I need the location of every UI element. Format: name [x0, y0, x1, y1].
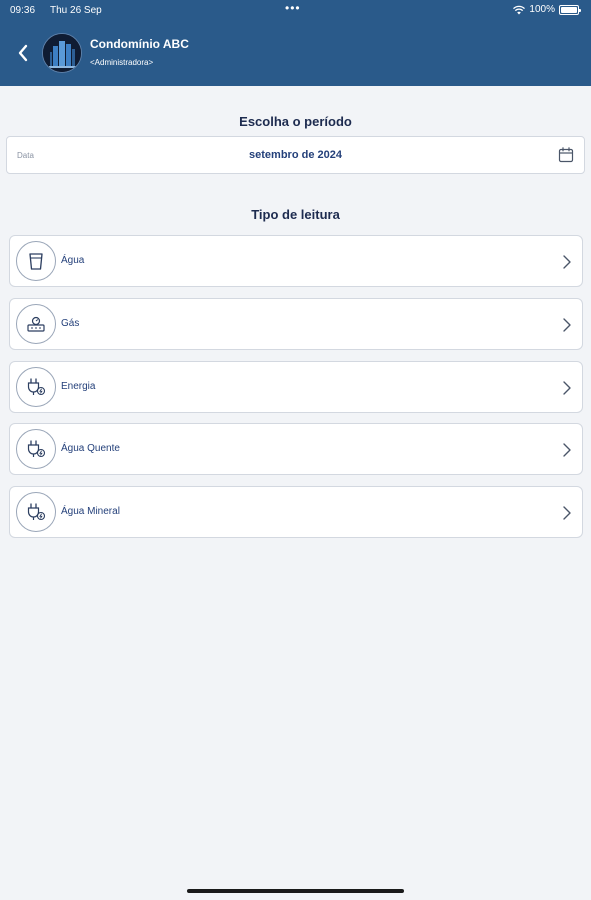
mineral-water-plug-icon: [16, 492, 56, 532]
period-section-title: Escolha o período: [239, 114, 352, 129]
chevron-left-icon: [18, 44, 28, 62]
status-time: 09:36: [10, 5, 36, 16]
reading-card-energia[interactable]: Energia: [9, 361, 583, 413]
condo-avatar: [42, 33, 82, 73]
hot-water-plug-icon: [16, 429, 56, 469]
condo-title: Condomínio ABC: [90, 37, 189, 51]
building-logo-icon: [43, 34, 81, 72]
reading-card-label: Água Quente: [61, 443, 120, 454]
date-picker-field[interactable]: Data setembro de 2024: [6, 136, 585, 174]
app-header: 09:36 Thu 26 Sep ••• 100% Condomínio ABC…: [0, 0, 591, 86]
reading-card-label: Água Mineral: [61, 506, 120, 517]
reading-card-gas[interactable]: Gás: [9, 298, 583, 350]
reading-card-label: Energia: [61, 381, 96, 392]
reading-card-label: Gás: [61, 318, 80, 329]
chevron-right-icon: [563, 506, 571, 520]
battery-percent: 100%: [529, 4, 555, 15]
date-field-value: setembro de 2024: [249, 149, 342, 161]
wifi-icon: [513, 5, 526, 14]
reading-card-label: Água: [61, 255, 85, 266]
water-glass-icon: [16, 241, 56, 281]
back-button[interactable]: [10, 38, 36, 68]
chevron-right-icon: [563, 381, 571, 395]
battery-icon: [559, 4, 581, 15]
energy-plug-icon: [16, 367, 56, 407]
status-right: 100%: [513, 4, 581, 15]
chevron-right-icon: [563, 443, 571, 457]
admin-subtitle: <Administradora>: [90, 58, 154, 67]
status-date: Thu 26 Sep: [50, 5, 102, 16]
chevron-right-icon: [563, 255, 571, 269]
reading-card-agua-quente[interactable]: Água Quente: [9, 423, 583, 475]
reading-section-title: Tipo de leitura: [251, 207, 340, 222]
multitask-dots[interactable]: •••: [285, 1, 301, 15]
gas-meter-icon: [16, 304, 56, 344]
calendar-icon[interactable]: [558, 147, 574, 163]
reading-card-agua-mineral[interactable]: Água Mineral: [9, 486, 583, 538]
reading-card-agua[interactable]: Água: [9, 235, 583, 287]
chevron-right-icon: [563, 318, 571, 332]
home-indicator[interactable]: [187, 889, 404, 893]
status-bar: 09:36 Thu 26 Sep ••• 100%: [0, 0, 591, 22]
